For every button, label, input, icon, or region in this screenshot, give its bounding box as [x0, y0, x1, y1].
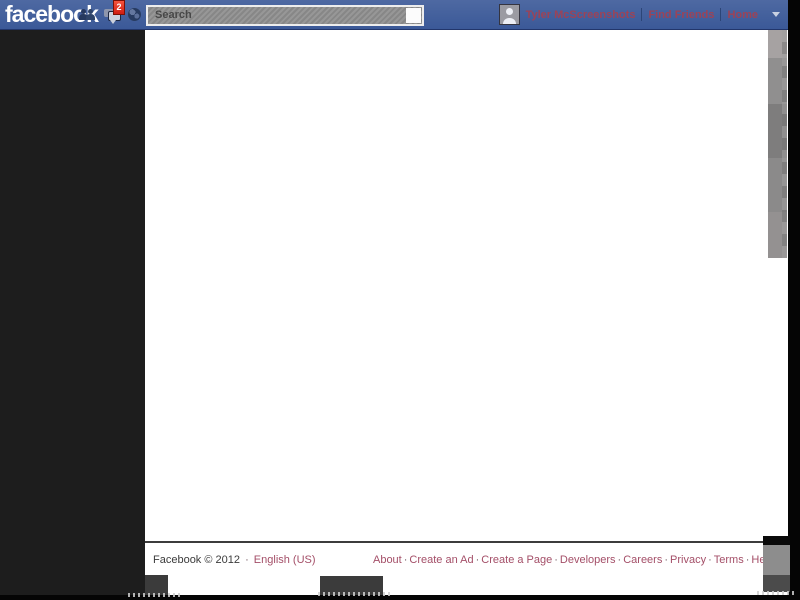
- friend-requests-icon[interactable]: [79, 8, 97, 21]
- footer-link-developers[interactable]: Developers: [560, 554, 616, 566]
- messages-icon[interactable]: 2: [104, 8, 121, 21]
- language-link[interactable]: English (US): [254, 554, 316, 566]
- header-icons: 2: [79, 0, 141, 29]
- main-content-blank: [145, 30, 788, 595]
- find-friends-link[interactable]: Find Friends: [648, 9, 714, 21]
- scrollbar[interactable]: [768, 30, 787, 258]
- home-link[interactable]: Home: [727, 9, 758, 21]
- nav-divider: [641, 8, 642, 21]
- chat-dock-block[interactable]: [763, 545, 790, 575]
- messages-count-badge: 2: [113, 0, 125, 15]
- text-remnant: [757, 591, 794, 595]
- search-submit-button[interactable]: [406, 8, 421, 23]
- search-input[interactable]: Search: [146, 5, 424, 26]
- text-remnant: [318, 592, 390, 596]
- chat-dock-block[interactable]: [763, 575, 790, 592]
- footer-separator: ·: [552, 554, 560, 566]
- nav-divider: [720, 8, 721, 21]
- search-placeholder: Search: [155, 9, 192, 21]
- footer-link-terms[interactable]: Terms: [714, 554, 744, 566]
- top-nav-bar: facebook 2 Search Tyler McScreenshots Fi…: [0, 0, 788, 30]
- chevron-down-icon[interactable]: [772, 12, 780, 17]
- profile-avatar[interactable]: [499, 4, 520, 25]
- footer-links: About·Create an Ad·Create a Page·Develop…: [373, 554, 774, 566]
- page-footer: Facebook © 2012 · English (US) About·Cre…: [145, 541, 788, 566]
- notifications-globe-icon[interactable]: [128, 8, 141, 21]
- footer-copyright-group: Facebook © 2012 · English (US): [153, 554, 316, 566]
- scrollbar-notches: [782, 30, 787, 258]
- footer-link-privacy[interactable]: Privacy: [670, 554, 706, 566]
- scrollbar-end-notch: [763, 536, 790, 545]
- footer-link-careers[interactable]: Careers: [623, 554, 662, 566]
- left-sidebar-unloaded: [0, 30, 145, 595]
- copyright-text: Facebook © 2012: [153, 554, 240, 566]
- footer-link-create-an-ad[interactable]: Create an Ad: [409, 554, 473, 566]
- footer-separator: ·: [662, 554, 670, 566]
- account-nav: Tyler McScreenshots Find Friends Home: [499, 0, 780, 29]
- facebook-page: facebook 2 Search Tyler McScreenshots Fi…: [0, 0, 800, 600]
- footer-link-about[interactable]: About: [373, 554, 402, 566]
- profile-name-link[interactable]: Tyler McScreenshots: [526, 9, 636, 21]
- footer-link-create-a-page[interactable]: Create a Page: [481, 554, 552, 566]
- person-silhouette-icon: [86, 14, 95, 20]
- footer-separator: ·: [706, 554, 714, 566]
- footer-separator: ·: [243, 554, 251, 566]
- text-remnant: [128, 593, 180, 597]
- chat-dock-tab[interactable]: [145, 575, 168, 595]
